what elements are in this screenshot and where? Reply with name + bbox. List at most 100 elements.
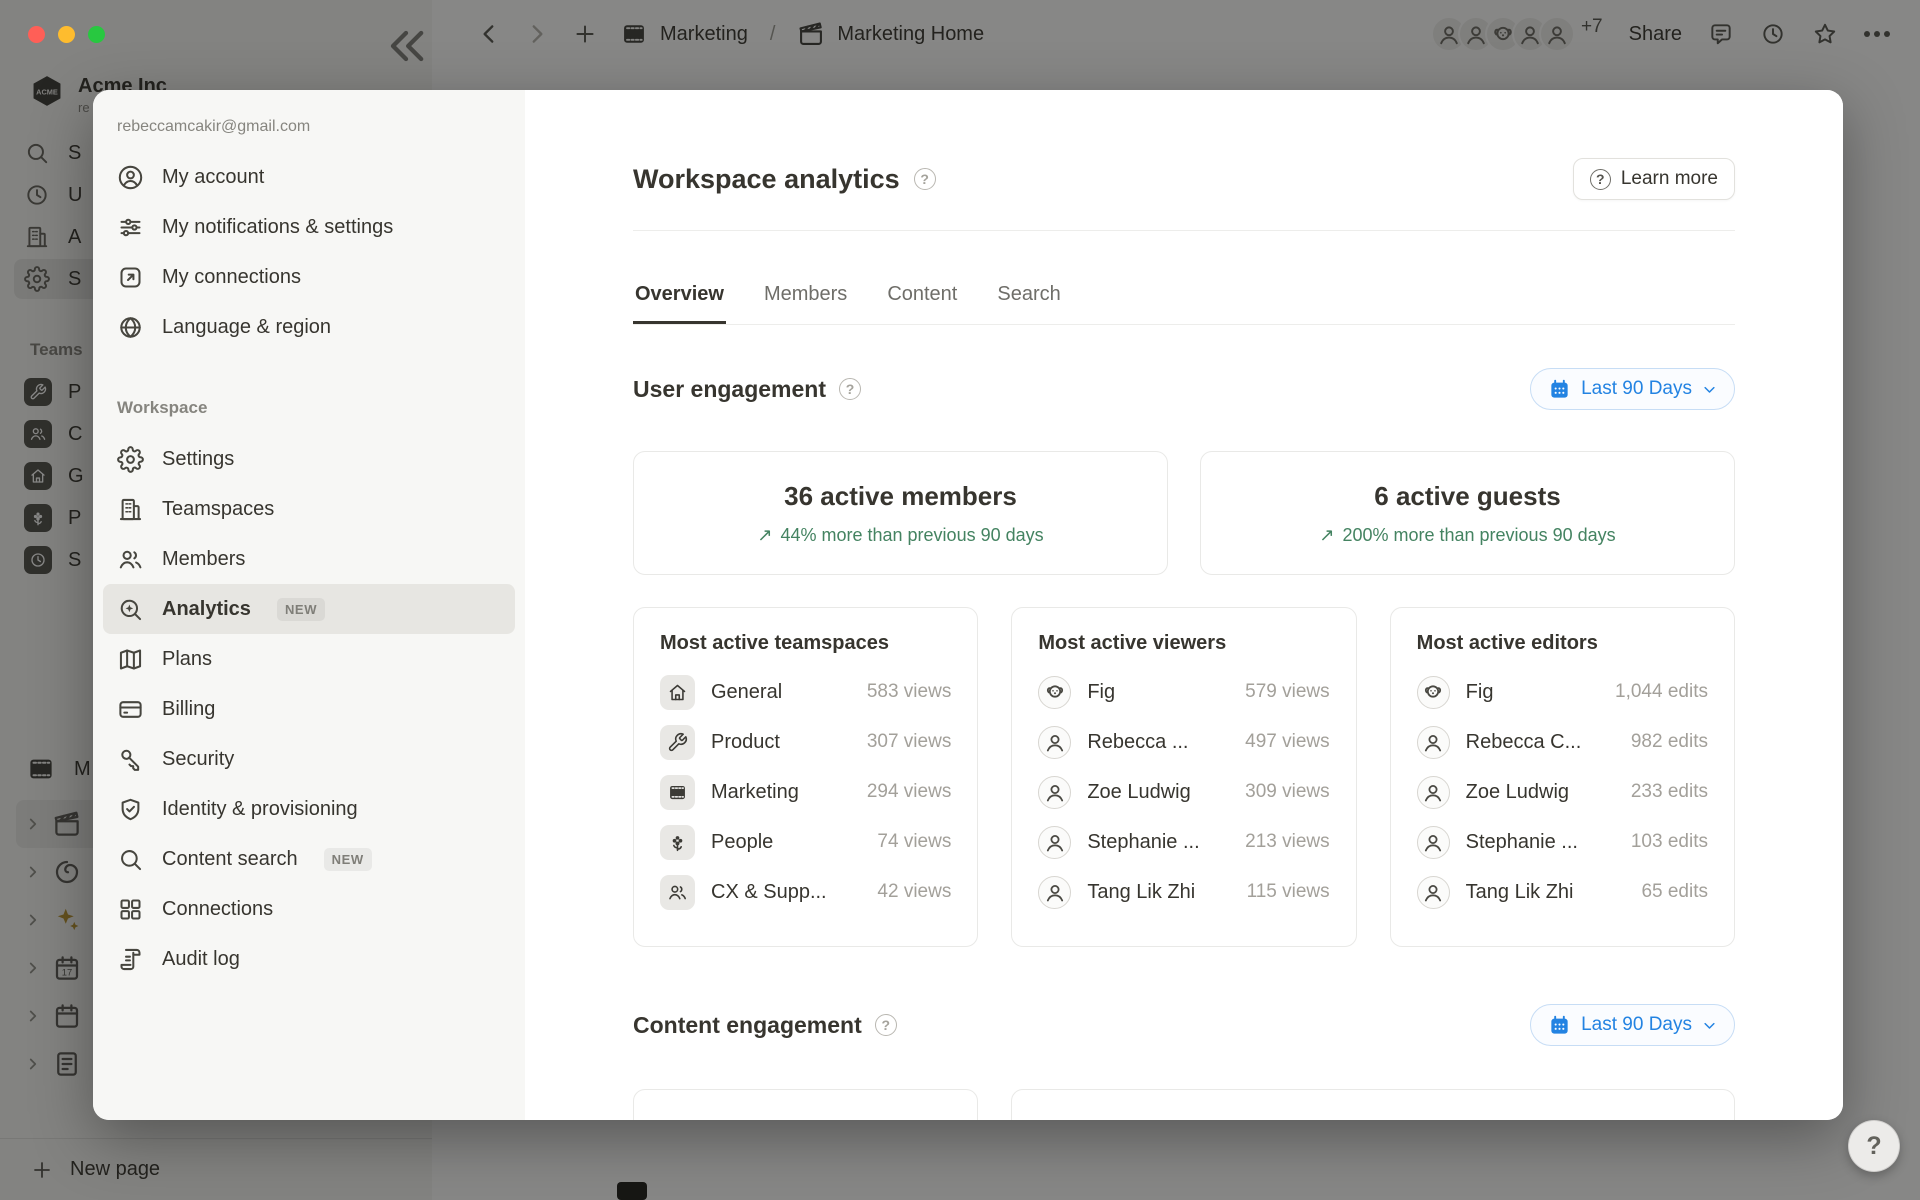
nav-item-icon (117, 264, 144, 291)
settings-nav-item[interactable]: Teamspaces (103, 484, 515, 534)
teamspace-icon (660, 725, 695, 760)
zoom-window-button[interactable] (88, 26, 105, 43)
settings-nav-item[interactable]: Connections (103, 884, 515, 934)
settings-nav-item[interactable]: My connections (103, 252, 515, 302)
date-range-label: Last 90 Days (1581, 1014, 1692, 1036)
content-engagement-card (1011, 1089, 1735, 1120)
list-item[interactable]: Zoe Ludwig 233 edits (1417, 767, 1708, 817)
nav-item-icon (117, 546, 144, 573)
list-card-title: Most active viewers (1038, 632, 1329, 655)
list-item[interactable]: Product 307 views (660, 717, 951, 767)
list-item[interactable]: Fig 1,044 edits (1417, 667, 1708, 717)
avatar (1038, 726, 1071, 759)
settings-nav-item[interactable]: Analytics NEW (103, 584, 515, 634)
tab[interactable]: Content (885, 269, 959, 324)
date-range-dropdown[interactable]: Last 90 Days (1530, 368, 1735, 410)
row-value: 497 views (1245, 731, 1330, 753)
list-item[interactable]: Tang Lik Zhi 65 edits (1417, 867, 1708, 917)
most-active-viewers-card: Most active viewers Fig 579 views Rebecc… (1011, 607, 1356, 947)
list-item[interactable]: Stephanie ... 213 views (1038, 817, 1329, 867)
nav-item-icon (117, 896, 144, 923)
settings-nav-item[interactable]: Audit log (103, 934, 515, 984)
most-active-editors-card: Most active editors Fig 1,044 edits Rebe… (1390, 607, 1735, 947)
learn-more-button[interactable]: ? Learn more (1573, 158, 1735, 200)
list-item[interactable]: Marketing 294 views (660, 767, 951, 817)
nav-item-label: Security (162, 748, 234, 771)
teamspace-icon (660, 675, 695, 710)
settings-nav-item[interactable]: Settings (103, 434, 515, 484)
list-item[interactable]: Rebecca ... 497 views (1038, 717, 1329, 767)
calendar-icon (1548, 1014, 1571, 1037)
row-name: CX & Supp... (711, 881, 861, 904)
settings-nav-item[interactable]: Content search NEW (103, 834, 515, 884)
settings-nav-item[interactable]: Security (103, 734, 515, 784)
nav-item-label: Settings (162, 448, 234, 471)
minimize-window-button[interactable] (58, 26, 75, 43)
settings-nav-item[interactable]: Members (103, 534, 515, 584)
help-tooltip-icon[interactable]: ? (875, 1014, 897, 1036)
list-item[interactable]: Fig 579 views (1038, 667, 1329, 717)
list-item[interactable]: Rebecca C... 982 edits (1417, 717, 1708, 767)
stat-card: 36 active members ↗ 44% more than previo… (633, 451, 1168, 575)
tab[interactable]: Members (762, 269, 849, 324)
list-item[interactable]: Tang Lik Zhi 115 views (1038, 867, 1329, 917)
nav-item-icon (117, 314, 144, 341)
close-window-button[interactable] (28, 26, 45, 43)
settings-nav-item[interactable]: Language & region (103, 302, 515, 352)
row-value: 982 edits (1631, 731, 1708, 753)
help-tooltip-icon[interactable]: ? (914, 168, 936, 190)
row-name: People (711, 831, 861, 854)
account-email: rebeccamcakir@gmail.com (103, 118, 515, 152)
help-button[interactable]: ? (1848, 1120, 1900, 1172)
date-range-dropdown[interactable]: Last 90 Days (1530, 1004, 1735, 1046)
header-divider (633, 230, 1735, 231)
row-value: 309 views (1245, 781, 1330, 803)
row-name: Rebecca ... (1087, 731, 1229, 754)
avatar (1417, 876, 1450, 909)
nav-item-label: Analytics (162, 598, 251, 621)
row-value: 115 views (1247, 881, 1330, 903)
list-item[interactable]: Stephanie ... 103 edits (1417, 817, 1708, 867)
nav-item-label: Plans (162, 648, 212, 671)
tab[interactable]: Search (995, 269, 1062, 324)
list-item[interactable]: Zoe Ludwig 309 views (1038, 767, 1329, 817)
question-circle-icon: ? (1590, 169, 1611, 190)
settings-nav-item[interactable]: Billing (103, 684, 515, 734)
list-item[interactable]: CX & Supp... 42 views (660, 867, 951, 917)
avatar (1417, 676, 1450, 709)
settings-nav-item[interactable]: My notifications & settings (103, 202, 515, 252)
row-value: 42 views (877, 881, 951, 903)
avatar (1038, 676, 1071, 709)
user-engagement-title: User engagement ? (633, 376, 861, 403)
analytics-panel: Workspace analytics ? ? Learn more Overv… (525, 90, 1843, 1120)
nav-item-icon (117, 496, 144, 523)
settings-nav-item[interactable]: Identity & provisioning (103, 784, 515, 834)
window-controls (28, 26, 105, 43)
tab[interactable]: Overview (633, 269, 726, 324)
settings-nav-item[interactable]: My account (103, 152, 515, 202)
list-item[interactable]: General 583 views (660, 667, 951, 717)
row-value: 294 views (867, 781, 952, 803)
avatar (1038, 776, 1071, 809)
calendar-icon (1548, 378, 1571, 401)
row-value: 579 views (1245, 681, 1330, 703)
row-name: Marketing (711, 781, 851, 804)
teamspace-icon (660, 875, 695, 910)
new-badge: NEW (324, 848, 372, 871)
row-name: General (711, 681, 851, 704)
nav-item-icon (117, 696, 144, 723)
teamspace-icon (660, 825, 695, 860)
row-name: Stephanie ... (1087, 831, 1229, 854)
help-tooltip-icon[interactable]: ? (839, 378, 861, 400)
settings-nav-item[interactable]: Plans (103, 634, 515, 684)
stat-delta-label: 44% more than previous 90 days (780, 525, 1043, 546)
teamspace-icon (660, 775, 695, 810)
stat-card: 6 active guests ↗ 200% more than previou… (1200, 451, 1735, 575)
row-name: Rebecca C... (1466, 731, 1615, 754)
nav-item-label: Members (162, 548, 245, 571)
nav-item-icon (117, 846, 144, 873)
chevron-down-icon (1702, 1018, 1717, 1033)
list-item[interactable]: People 74 views (660, 817, 951, 867)
row-value: 1,044 edits (1615, 681, 1708, 703)
content-engagement-card (633, 1089, 978, 1120)
